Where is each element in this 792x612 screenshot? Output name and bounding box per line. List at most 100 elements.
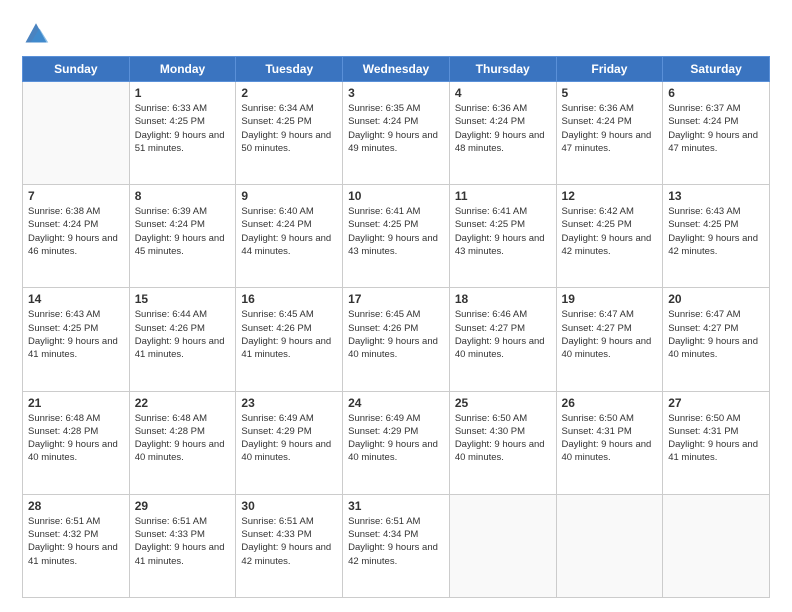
sunset-text: Sunset: 4:28 PM (28, 425, 124, 438)
day-number: 28 (28, 499, 124, 513)
calendar-cell: 19Sunrise: 6:47 AMSunset: 4:27 PMDayligh… (556, 288, 663, 391)
sunrise-text: Sunrise: 6:40 AM (241, 205, 337, 218)
sunset-text: Sunset: 4:26 PM (135, 322, 231, 335)
sunrise-text: Sunrise: 6:41 AM (348, 205, 444, 218)
week-row-2: 14Sunrise: 6:43 AMSunset: 4:25 PMDayligh… (23, 288, 770, 391)
sunset-text: Sunset: 4:25 PM (668, 218, 764, 231)
sunset-text: Sunset: 4:24 PM (28, 218, 124, 231)
sunrise-text: Sunrise: 6:47 AM (562, 308, 658, 321)
daylight-text: Daylight: 9 hours and 42 minutes. (562, 232, 658, 259)
sunrise-text: Sunrise: 6:35 AM (348, 102, 444, 115)
sunset-text: Sunset: 4:28 PM (135, 425, 231, 438)
day-number: 19 (562, 292, 658, 306)
calendar-cell (449, 494, 556, 597)
sunset-text: Sunset: 4:25 PM (28, 322, 124, 335)
sunrise-text: Sunrise: 6:50 AM (562, 412, 658, 425)
daylight-text: Daylight: 9 hours and 40 minutes. (348, 438, 444, 465)
daylight-text: Daylight: 9 hours and 43 minutes. (455, 232, 551, 259)
sunset-text: Sunset: 4:24 PM (241, 218, 337, 231)
sunrise-text: Sunrise: 6:46 AM (455, 308, 551, 321)
sunrise-text: Sunrise: 6:37 AM (668, 102, 764, 115)
day-number: 2 (241, 86, 337, 100)
sunset-text: Sunset: 4:24 PM (562, 115, 658, 128)
day-number: 3 (348, 86, 444, 100)
sunset-text: Sunset: 4:29 PM (241, 425, 337, 438)
sunrise-text: Sunrise: 6:43 AM (28, 308, 124, 321)
week-row-1: 7Sunrise: 6:38 AMSunset: 4:24 PMDaylight… (23, 185, 770, 288)
daylight-text: Daylight: 9 hours and 40 minutes. (28, 438, 124, 465)
sunset-text: Sunset: 4:24 PM (348, 115, 444, 128)
day-number: 10 (348, 189, 444, 203)
calendar-cell: 22Sunrise: 6:48 AMSunset: 4:28 PMDayligh… (129, 391, 236, 494)
calendar-cell: 9 Sunrise: 6:40 AMSunset: 4:24 PMDaylight… (236, 185, 343, 288)
day-number: 26 (562, 396, 658, 410)
calendar-cell: 29Sunrise: 6:51 AMSunset: 4:33 PMDayligh… (129, 494, 236, 597)
day-number: 12 (562, 189, 658, 203)
header (22, 18, 770, 46)
sunset-text: Sunset: 4:24 PM (668, 115, 764, 128)
calendar-table: SundayMondayTuesdayWednesdayThursdayFrid… (22, 56, 770, 598)
day-number: 22 (135, 396, 231, 410)
sunset-text: Sunset: 4:29 PM (348, 425, 444, 438)
calendar-cell: 30Sunrise: 6:51 AMSunset: 4:33 PMDayligh… (236, 494, 343, 597)
daylight-text: Daylight: 9 hours and 41 minutes. (28, 335, 124, 362)
day-number: 17 (348, 292, 444, 306)
sunrise-text: Sunrise: 6:51 AM (348, 515, 444, 528)
daylight-text: Daylight: 9 hours and 42 minutes. (348, 541, 444, 568)
sunrise-text: Sunrise: 6:39 AM (135, 205, 231, 218)
weekday-header-monday: Monday (129, 57, 236, 82)
calendar-cell: 1Sunrise: 6:33 AMSunset: 4:25 PMDaylight… (129, 82, 236, 185)
calendar-cell: 20Sunrise: 6:47 AMSunset: 4:27 PMDayligh… (663, 288, 770, 391)
daylight-text: Daylight: 9 hours and 40 minutes. (562, 335, 658, 362)
daylight-text: Daylight: 9 hours and 46 minutes. (28, 232, 124, 259)
weekday-header-friday: Friday (556, 57, 663, 82)
day-number: 21 (28, 396, 124, 410)
sunrise-text: Sunrise: 6:51 AM (135, 515, 231, 528)
sunset-text: Sunset: 4:27 PM (668, 322, 764, 335)
daylight-text: Daylight: 9 hours and 42 minutes. (668, 232, 764, 259)
weekday-header-thursday: Thursday (449, 57, 556, 82)
day-number: 9 (241, 189, 337, 203)
daylight-text: Daylight: 9 hours and 47 minutes. (562, 129, 658, 156)
day-number: 14 (28, 292, 124, 306)
daylight-text: Daylight: 9 hours and 42 minutes. (241, 541, 337, 568)
sunset-text: Sunset: 4:27 PM (455, 322, 551, 335)
sunset-text: Sunset: 4:25 PM (135, 115, 231, 128)
weekday-header-row: SundayMondayTuesdayWednesdayThursdayFrid… (23, 57, 770, 82)
sunrise-text: Sunrise: 6:41 AM (455, 205, 551, 218)
sunset-text: Sunset: 4:24 PM (455, 115, 551, 128)
weekday-header-tuesday: Tuesday (236, 57, 343, 82)
calendar-cell: 21 Sunrise: 6:48 AMSunset: 4:28 PMDayligh… (23, 391, 130, 494)
calendar-cell: 31Sunrise: 6:51 AMSunset: 4:34 PMDayligh… (343, 494, 450, 597)
sunset-text: Sunset: 4:25 PM (455, 218, 551, 231)
sunrise-text: Sunrise: 6:43 AM (668, 205, 764, 218)
calendar-cell: 5Sunrise: 6:36 AMSunset: 4:24 PMDaylight… (556, 82, 663, 185)
sunrise-text: Sunrise: 6:38 AM (28, 205, 124, 218)
sunrise-text: Sunrise: 6:48 AM (28, 412, 124, 425)
calendar-cell: 6 Sunrise: 6:37 AMSunset: 4:24 PMDaylight… (663, 82, 770, 185)
day-number: 6 (668, 86, 764, 100)
daylight-text: Daylight: 9 hours and 41 minutes. (135, 541, 231, 568)
day-number: 20 (668, 292, 764, 306)
calendar-cell: 27Sunrise: 6:50 AMSunset: 4:31 PMDayligh… (663, 391, 770, 494)
daylight-text: Daylight: 9 hours and 40 minutes. (241, 438, 337, 465)
sunset-text: Sunset: 4:24 PM (135, 218, 231, 231)
day-number: 25 (455, 396, 551, 410)
sunrise-text: Sunrise: 6:49 AM (241, 412, 337, 425)
calendar-cell (663, 494, 770, 597)
daylight-text: Daylight: 9 hours and 44 minutes. (241, 232, 337, 259)
sunrise-text: Sunrise: 6:45 AM (241, 308, 337, 321)
calendar-cell: 10Sunrise: 6:41 AMSunset: 4:25 PMDayligh… (343, 185, 450, 288)
sunrise-text: Sunrise: 6:50 AM (455, 412, 551, 425)
daylight-text: Daylight: 9 hours and 40 minutes. (135, 438, 231, 465)
sunrise-text: Sunrise: 6:51 AM (241, 515, 337, 528)
daylight-text: Daylight: 9 hours and 47 minutes. (668, 129, 764, 156)
day-number: 4 (455, 86, 551, 100)
day-number: 5 (562, 86, 658, 100)
day-number: 23 (241, 396, 337, 410)
sunrise-text: Sunrise: 6:50 AM (668, 412, 764, 425)
sunset-text: Sunset: 4:32 PM (28, 528, 124, 541)
sunrise-text: Sunrise: 6:49 AM (348, 412, 444, 425)
daylight-text: Daylight: 9 hours and 43 minutes. (348, 232, 444, 259)
page: SundayMondayTuesdayWednesdayThursdayFrid… (0, 0, 792, 612)
